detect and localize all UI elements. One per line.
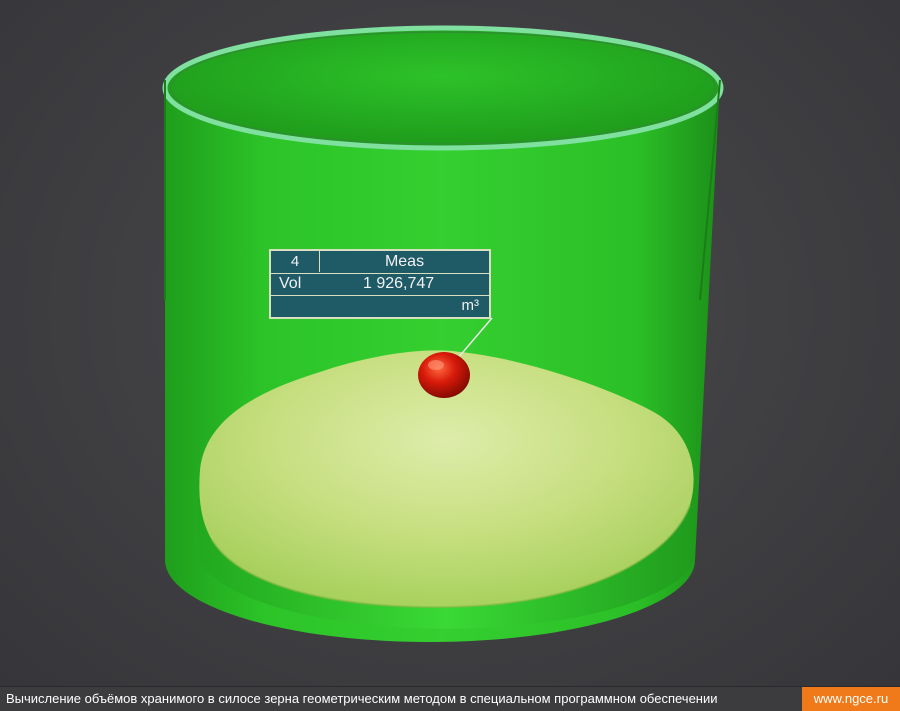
measurement-value: 1 926,747 — [363, 275, 435, 292]
measurement-id: 4 — [271, 251, 320, 272]
measurement-label[interactable]: 4 Meas Vol 1 926,747 m³ — [269, 249, 491, 319]
label-value-row: Vol 1 926,747 — [271, 273, 489, 296]
3d-viewport[interactable]: 4 Meas Vol 1 926,747 m³ — [0, 0, 900, 686]
label-header-row: 4 Meas — [271, 251, 489, 274]
label-unit-row: m³ — [271, 295, 489, 317]
measurement-title: Meas — [384, 253, 425, 270]
caption-text: Вычисление объёмов хранимого в силосе зе… — [6, 691, 718, 706]
site-link[interactable]: www.ngce.ru — [802, 687, 900, 711]
measurement-unit: m³ — [461, 297, 480, 314]
silo-scene — [162, 25, 724, 642]
measure-point-sphere-icon[interactable] — [418, 352, 470, 398]
caption-bar: Вычисление объёмов хранимого в силосе зе… — [0, 686, 900, 711]
measurement-key: Vol — [279, 275, 302, 292]
